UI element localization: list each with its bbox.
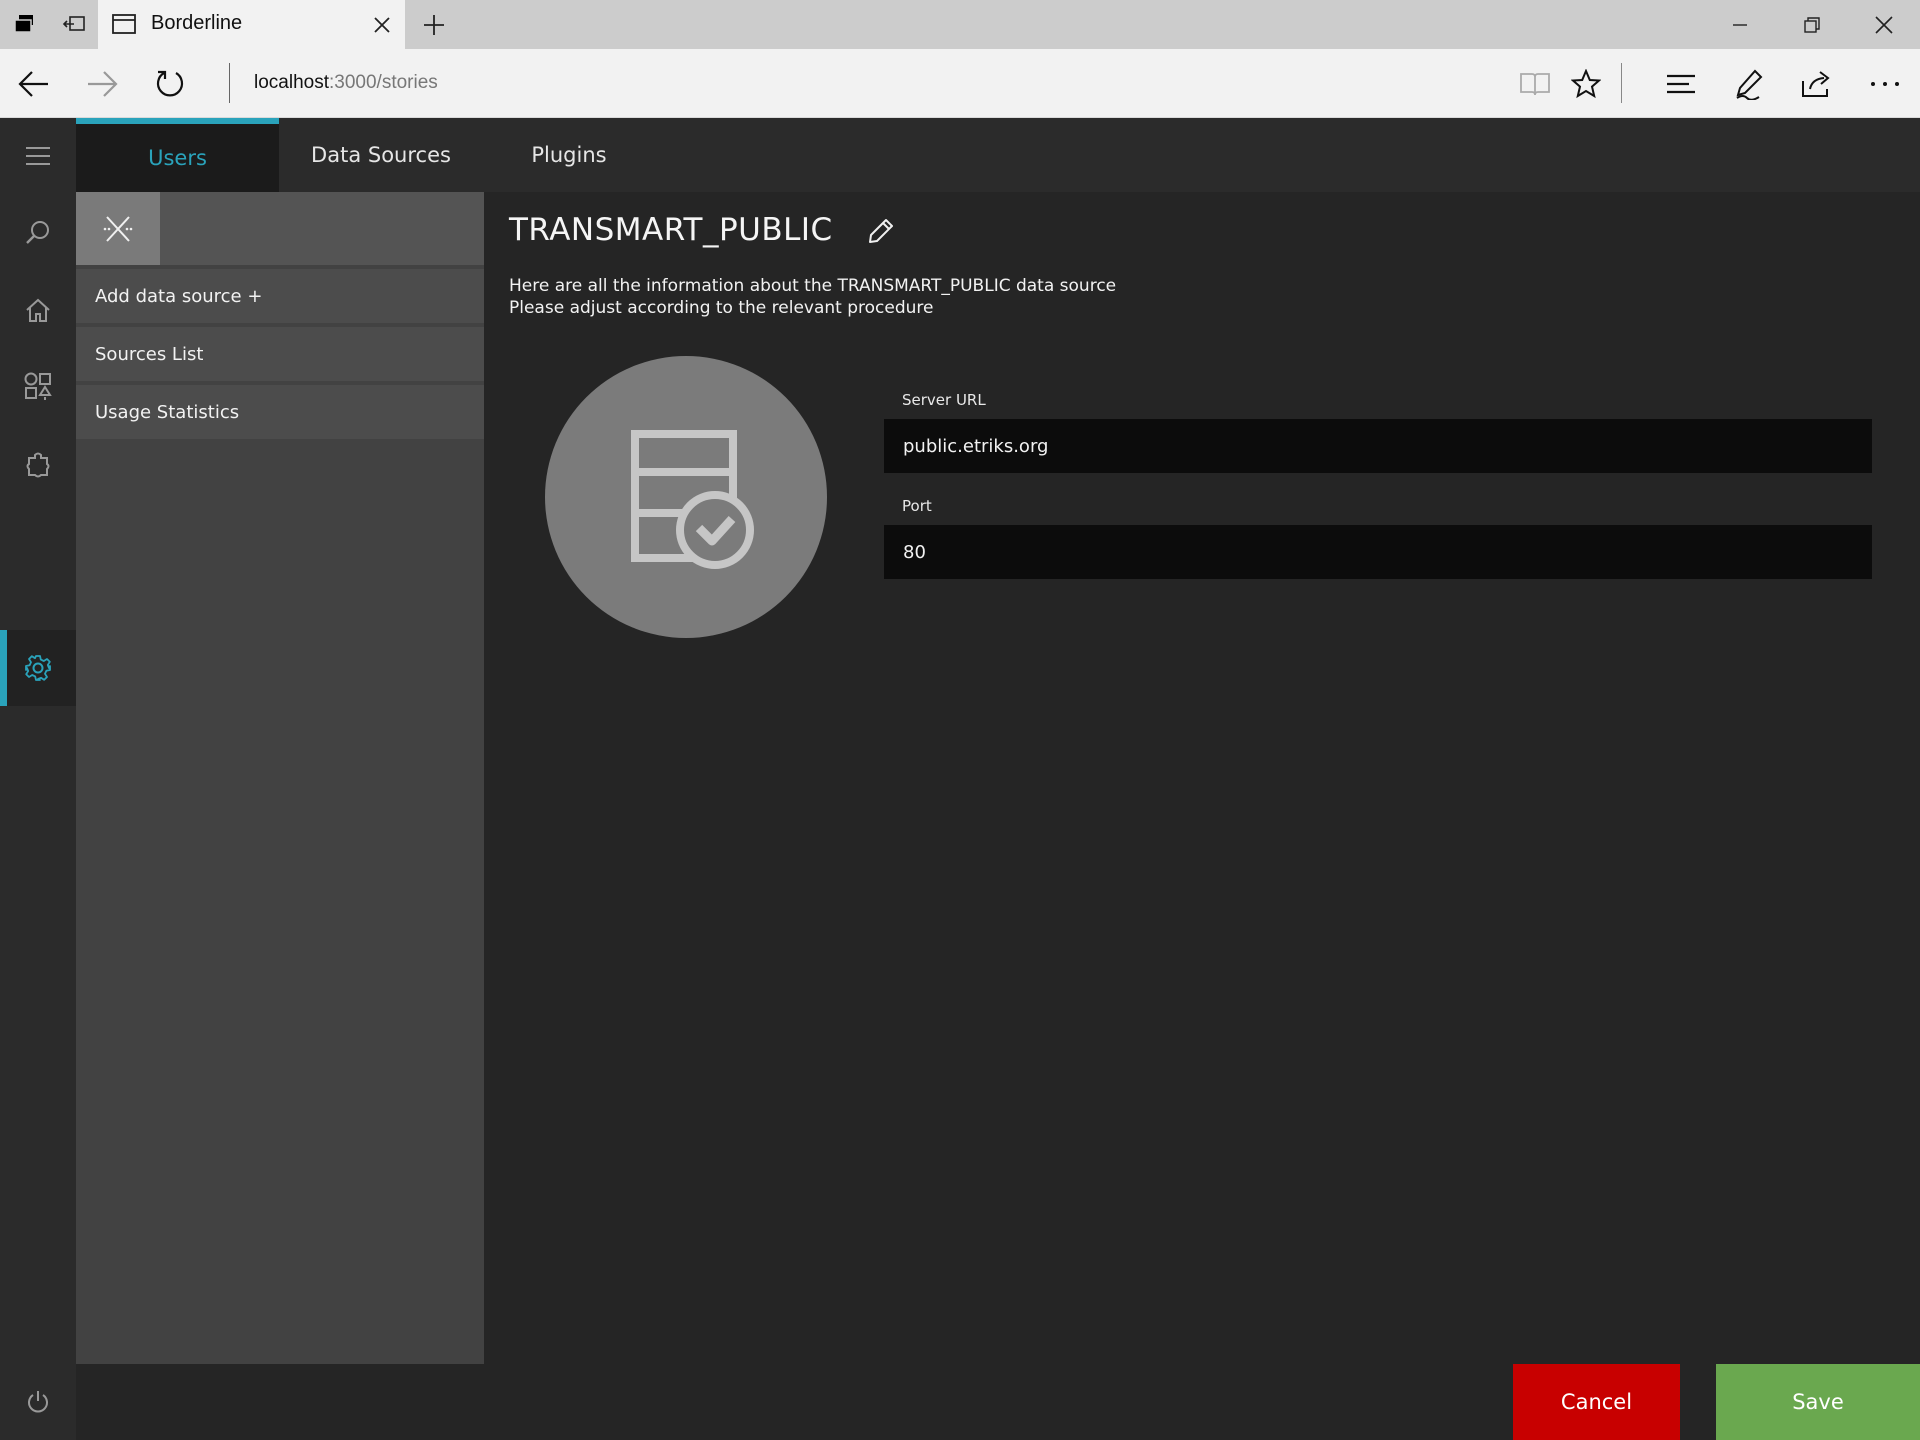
usage-statistics-item[interactable]: Usage Statistics xyxy=(76,385,484,439)
browser-titlebar: Borderline xyxy=(0,0,1920,49)
save-button[interactable]: Save xyxy=(1716,1364,1920,1440)
workflows-icon[interactable] xyxy=(0,348,76,424)
left-icon-bar xyxy=(0,118,76,1440)
close-window-icon[interactable] xyxy=(1849,0,1919,49)
power-icon[interactable] xyxy=(0,1364,76,1440)
plus-icon[interactable] xyxy=(420,11,448,39)
top-nav: Users Data Sources Plugins xyxy=(76,118,1920,192)
plugins-icon[interactable] xyxy=(0,428,76,504)
data-source-avatar xyxy=(545,356,827,638)
set-aside-tabs-icon[interactable] xyxy=(59,9,89,39)
collapse-panel-button[interactable] xyxy=(76,192,160,265)
tab-plugins[interactable]: Plugins xyxy=(483,118,655,192)
footer-bar: Cancel Save xyxy=(76,1364,1920,1440)
pencil-icon[interactable] xyxy=(864,214,898,248)
reading-view-icon[interactable] xyxy=(1515,64,1555,104)
server-url-input[interactable] xyxy=(884,419,1872,473)
browser-tab-active[interactable]: Borderline xyxy=(98,0,405,49)
back-icon[interactable] xyxy=(15,65,53,103)
refresh-icon[interactable] xyxy=(151,65,189,103)
tab-title: Borderline xyxy=(151,12,243,34)
url-host: localhost xyxy=(254,72,329,93)
cancel-button[interactable]: Cancel xyxy=(1513,1364,1680,1440)
url-field[interactable]: localhost:3000/stories xyxy=(254,72,438,94)
hub-icon[interactable] xyxy=(1661,64,1701,104)
favorite-star-icon[interactable] xyxy=(1566,64,1606,104)
borderline-app: Users Data Sources Plugins Add data sour… xyxy=(0,118,1920,1440)
page-title: TRANSMART_PUBLIC xyxy=(509,212,833,248)
url-path: :3000/stories xyxy=(329,72,438,93)
description-line-1: Here are all the information about the T… xyxy=(509,276,1117,296)
address-separator xyxy=(229,63,230,103)
more-icon[interactable] xyxy=(1865,64,1905,104)
add-data-source-button[interactable]: Add data source + xyxy=(76,269,484,323)
database-check-icon xyxy=(631,430,754,569)
settings-icon[interactable] xyxy=(0,630,76,706)
minimize-icon[interactable] xyxy=(1705,0,1775,49)
browser-addressbar: localhost:3000/stories xyxy=(0,49,1920,118)
toolbar-separator xyxy=(1621,63,1622,103)
search-icon[interactable] xyxy=(0,194,76,270)
close-icon[interactable] xyxy=(370,13,394,37)
tab-data-sources[interactable]: Data Sources xyxy=(279,118,483,192)
side-panel-header xyxy=(76,192,484,265)
tab-actions-icon[interactable] xyxy=(10,9,40,39)
active-indicator xyxy=(0,630,7,706)
description-line-2: Please adjust according to the relevant … xyxy=(509,298,934,318)
server-url-label: Server URL xyxy=(902,391,986,409)
web-note-icon[interactable] xyxy=(1729,64,1769,104)
port-label: Port xyxy=(902,497,932,515)
share-icon[interactable] xyxy=(1796,64,1836,104)
forward-icon[interactable] xyxy=(83,65,121,103)
collapse-icon xyxy=(103,215,133,242)
restore-icon[interactable] xyxy=(1777,0,1847,49)
tab-users[interactable]: Users xyxy=(76,118,279,192)
menu-icon[interactable] xyxy=(0,118,76,194)
port-input[interactable] xyxy=(884,525,1872,579)
home-icon[interactable] xyxy=(0,272,76,348)
sources-list-item[interactable]: Sources List xyxy=(76,327,484,381)
main-content: TRANSMART_PUBLIC Here are all the inform… xyxy=(484,192,1920,1364)
page-icon xyxy=(112,14,136,34)
side-panel: Add data source + Sources List Usage Sta… xyxy=(76,192,484,1364)
